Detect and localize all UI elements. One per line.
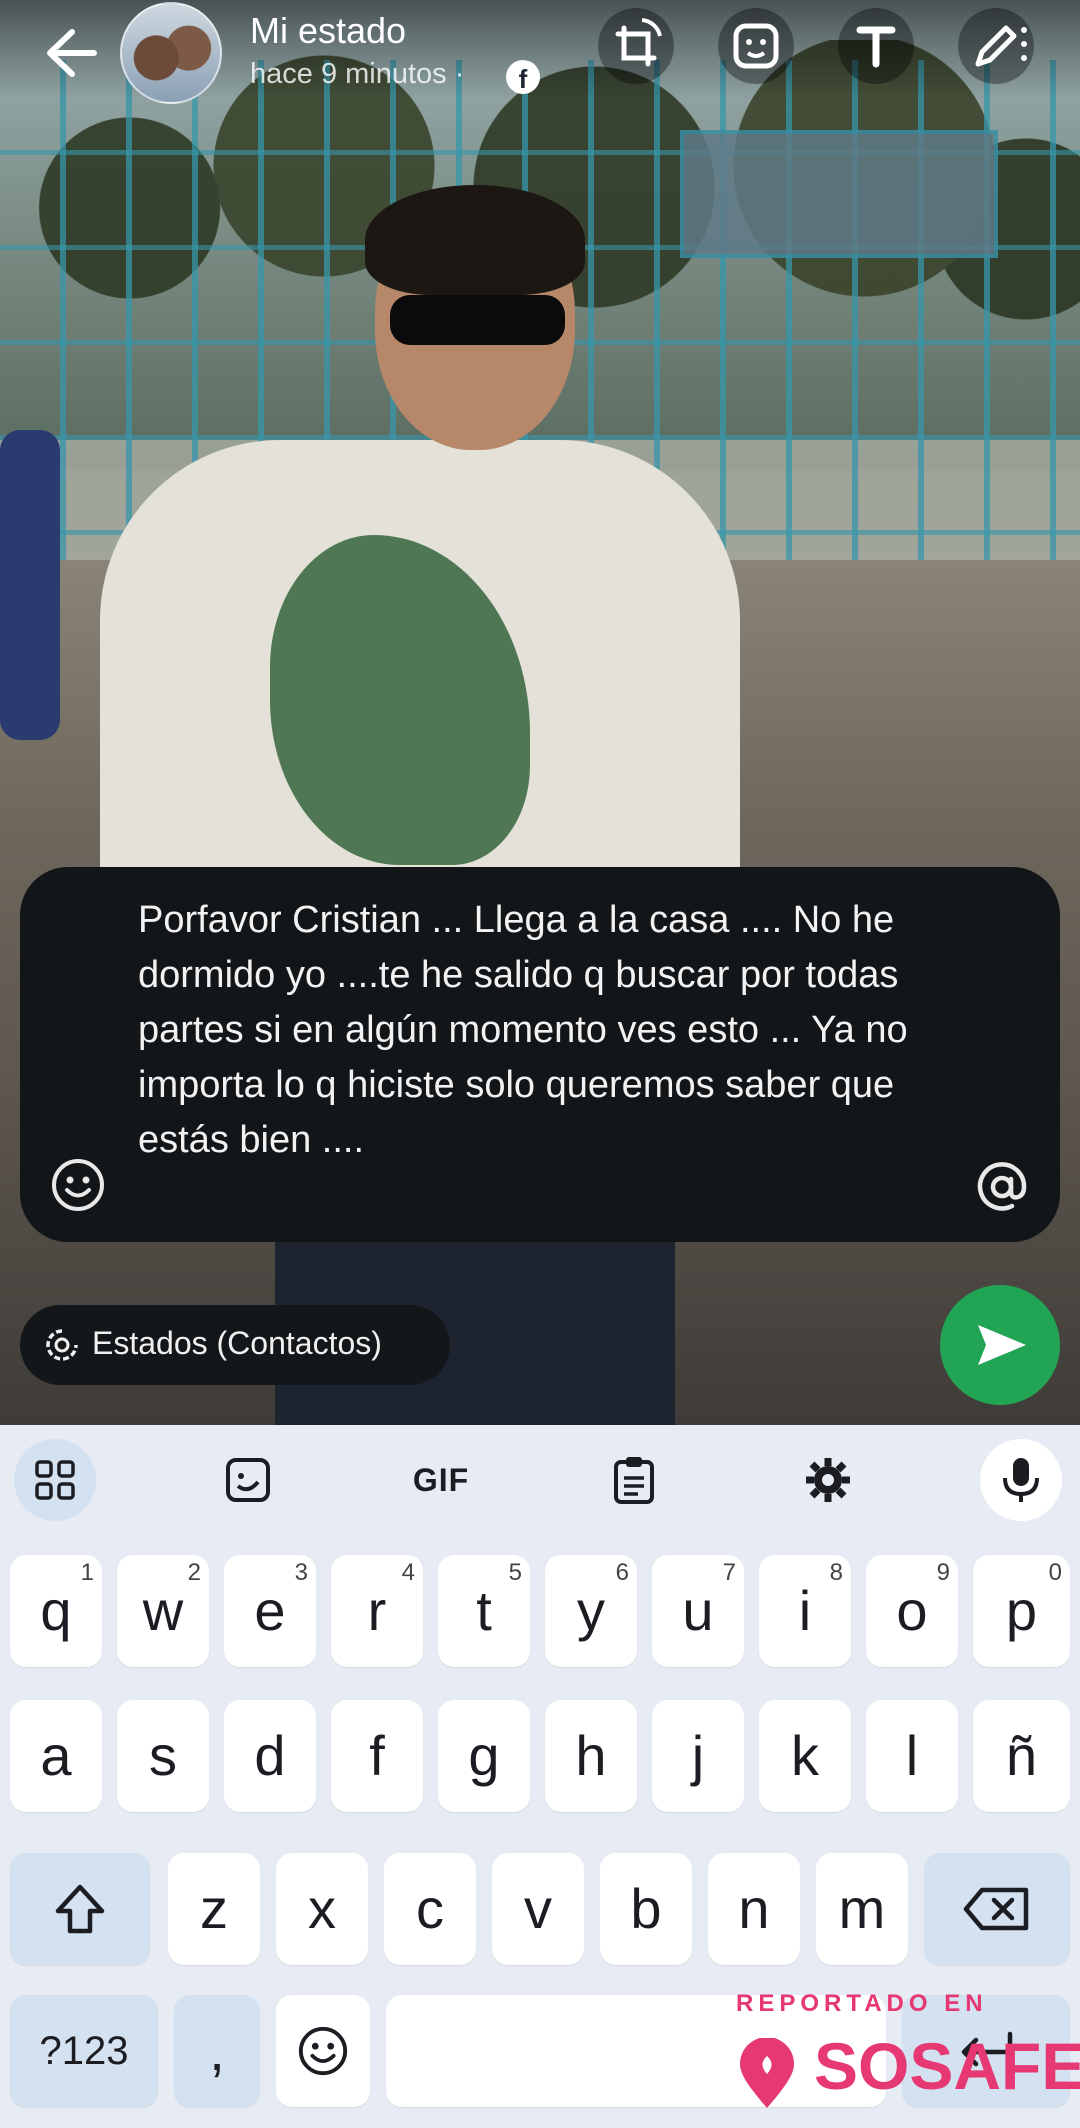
location-pin-icon: [740, 2038, 794, 2108]
key-label: t: [476, 1579, 492, 1642]
view-count-number: 3: [559, 2050, 576, 2083]
key-label: e: [254, 1579, 286, 1642]
key-b[interactable]: b: [600, 1853, 692, 1965]
key-hint: 8: [829, 1559, 843, 1586]
key-y[interactable]: y6: [545, 1555, 637, 1667]
watermark-top-text: REPORTADO EN: [736, 1990, 988, 2017]
audience-label: Estados (Contactos): [92, 1325, 382, 1361]
keyboard-sticker-icon[interactable]: [207, 1439, 289, 1521]
status-time: hace 9 minutos ·: [250, 58, 465, 90]
key-hint: 2: [187, 1559, 201, 1586]
send-button[interactable]: [940, 1285, 1060, 1405]
key-i[interactable]: i8: [759, 1555, 851, 1667]
key-n[interactable]: n: [708, 1853, 800, 1965]
key-w[interactable]: w2: [117, 1555, 209, 1667]
clipboard-icon[interactable]: [593, 1439, 675, 1521]
avatar[interactable]: [120, 2, 222, 104]
caption-text[interactable]: Porfavor Cristian ... Llega a la casa ..…: [138, 893, 938, 1168]
key-q[interactable]: q1: [10, 1555, 102, 1667]
draw-pencil-icon[interactable]: [958, 8, 1034, 84]
key-v[interactable]: v: [492, 1853, 584, 1965]
key-hint: 5: [508, 1559, 522, 1586]
key-hint: 6: [615, 1559, 629, 1586]
emoji-key-icon: [298, 2026, 348, 2076]
eye-icon: [503, 2054, 553, 2080]
key-label: p: [1005, 1579, 1038, 1642]
key-z[interactable]: z: [168, 1853, 260, 1965]
back-arrow-icon[interactable]: [30, 18, 100, 88]
key-x[interactable]: x: [276, 1853, 368, 1965]
status-ring-icon: [44, 1327, 80, 1363]
key-hint: 4: [401, 1559, 415, 1586]
emoji-key[interactable]: [276, 1995, 370, 2107]
key-o[interactable]: o9: [866, 1555, 958, 1667]
key-c[interactable]: c: [384, 1853, 476, 1965]
key-r[interactable]: r4: [331, 1555, 423, 1667]
text-tool-icon[interactable]: [838, 8, 914, 84]
key-f[interactable]: f: [331, 1700, 423, 1812]
key-hint: 3: [294, 1559, 308, 1586]
sosafe-watermark: SOSAFE: [736, 2020, 1080, 2120]
person-sunglasses: [390, 295, 565, 345]
keyboard-apps-icon[interactable]: [14, 1439, 96, 1521]
shift-arrow-icon: [55, 1884, 105, 1934]
comma-key[interactable]: ,: [174, 1995, 260, 2107]
key-label: w: [142, 1579, 184, 1642]
key-l[interactable]: l: [866, 1700, 958, 1812]
key-hint: 0: [1048, 1559, 1062, 1586]
key-u[interactable]: u7: [652, 1555, 744, 1667]
photo-background-child: [0, 430, 60, 740]
mention-at-icon[interactable]: [972, 1157, 1032, 1217]
view-count[interactable]: 3: [503, 2050, 576, 2084]
watermark-brand: SOSAFE: [814, 2029, 1080, 2103]
settings-gear-icon[interactable]: [787, 1439, 869, 1521]
key-k[interactable]: k: [759, 1700, 851, 1812]
key-label: r: [367, 1579, 387, 1642]
backspace-key[interactable]: [924, 1853, 1070, 1965]
key-label: q: [40, 1579, 72, 1642]
key-label: y: [577, 1579, 605, 1642]
page-title: Mi estado: [250, 10, 407, 51]
key-e[interactable]: e3: [224, 1555, 316, 1667]
backspace-icon: [963, 1887, 1029, 1931]
facebook-icon: f: [506, 60, 540, 94]
shift-key[interactable]: [10, 1853, 150, 1965]
key-p[interactable]: p0: [973, 1555, 1070, 1667]
key-hint: 9: [936, 1559, 950, 1586]
caption-input-box[interactable]: Porfavor Cristian ... Llega a la casa ..…: [20, 867, 1060, 1242]
key-label: i: [798, 1579, 812, 1642]
key-h[interactable]: h: [545, 1700, 637, 1812]
key-s[interactable]: s: [117, 1700, 209, 1812]
key-n-tilde[interactable]: ñ: [973, 1700, 1070, 1812]
key-hint: 1: [80, 1559, 94, 1586]
send-icon: [978, 1325, 1026, 1365]
key-d[interactable]: d: [224, 1700, 316, 1812]
sticker-icon[interactable]: [718, 8, 794, 84]
gif-button[interactable]: GIF: [400, 1439, 482, 1521]
key-g[interactable]: g: [438, 1700, 530, 1812]
audience-selector[interactable]: Estados (Contactos): [20, 1305, 450, 1385]
microphone-icon[interactable]: [980, 1439, 1062, 1521]
key-t[interactable]: t5: [438, 1555, 530, 1667]
key-j[interactable]: j: [652, 1700, 744, 1812]
key-a[interactable]: a: [10, 1700, 102, 1812]
key-label: o: [896, 1579, 928, 1642]
symbols-key[interactable]: ?123: [10, 1995, 158, 2107]
key-label: u: [682, 1579, 714, 1642]
person-hair: [365, 185, 585, 295]
key-hint: 7: [722, 1559, 736, 1586]
crop-rotate-icon[interactable]: [598, 8, 674, 84]
emoji-icon[interactable]: [50, 1157, 106, 1213]
key-m[interactable]: m: [816, 1853, 908, 1965]
